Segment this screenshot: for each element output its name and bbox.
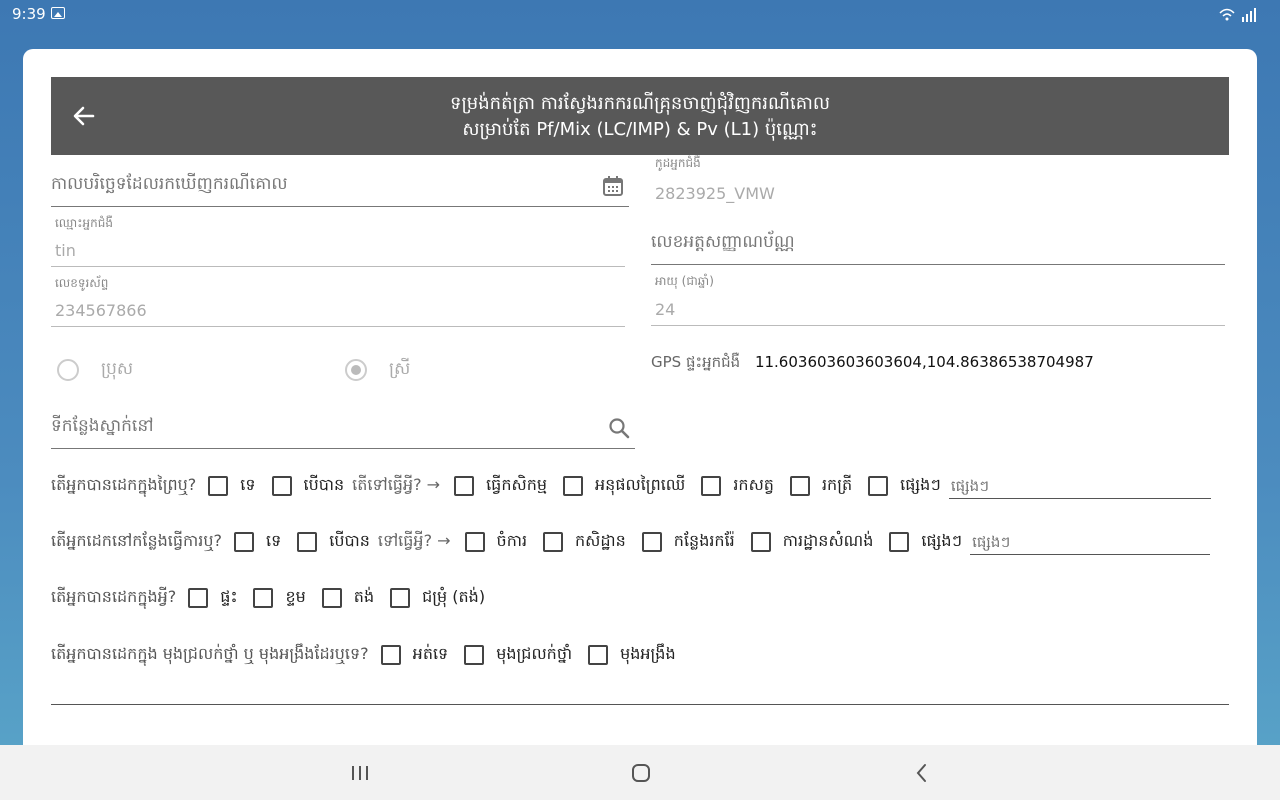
checkbox-farming[interactable] [454, 476, 475, 496]
checkbox-label: មុងអង្រឹង [620, 644, 676, 663]
checkbox-construction[interactable] [750, 532, 771, 552]
other-input[interactable] [948, 473, 1211, 499]
female-radio[interactable] [345, 359, 367, 381]
checkbox-label: មុងជ្រលក់ថ្នាំ [496, 644, 573, 663]
phone-label: លេខទូរស័ព្ទ [55, 276, 109, 290]
residence-field[interactable]: ទីកន្លែងស្នាក់នៅ [51, 403, 635, 449]
other-input[interactable] [970, 529, 1211, 555]
question-sleep-forest: តើអ្នកបានដេកក្នុងព្រៃឬ? ទេ បើបាន តើទៅធ្វ… [51, 471, 1211, 501]
checkbox-label: ទេ [266, 531, 282, 550]
checkbox-fishing[interactable] [789, 476, 810, 496]
checkbox-none[interactable] [380, 645, 401, 665]
patient-name-field: ឈ្មោះអ្នកជំងឺ tin [51, 215, 625, 267]
recent-apps-icon[interactable] [348, 762, 372, 784]
checkbox-plantation[interactable] [464, 532, 485, 552]
form-card: ទម្រង់កត់ត្រា ការស្វែងរកករណីគ្រុនចាញ់ជុំ… [23, 49, 1257, 769]
id-card-field[interactable]: លេខអត្តសញ្ញាណប័ណ្ណ [651, 221, 1225, 265]
signal-wifi-icon [1219, 8, 1256, 22]
checkbox-label: ធ្វើកសិកម្ម [486, 475, 548, 494]
male-radio[interactable] [57, 359, 79, 381]
age-field: អាយុ (ជាឆ្នាំ) 24 [651, 273, 1225, 326]
question-sub-label: ទៅធ្វើអ្វី? → [377, 531, 451, 550]
checkbox-hunting[interactable] [701, 476, 722, 496]
question-label: តើអ្នកដេកនៅកន្លែងធ្វើការឬ? [51, 531, 222, 550]
checkbox-hut[interactable] [253, 588, 274, 608]
question-label: តើអ្នកបានដេកក្នុង មុងជ្រលក់ថ្នាំ ឬ មុងអង… [51, 644, 369, 663]
gender-male-option[interactable]: ប្រុស [57, 357, 133, 383]
checkbox-label: ផ្សេងៗ [900, 475, 941, 494]
checkbox-label: ខ្ទម [285, 587, 306, 606]
checkbox-label: កសិដ្ឋាន [575, 531, 626, 550]
status-bar: 9:39 [0, 0, 1280, 28]
patient-name-value: tin [55, 241, 76, 260]
checkbox-mine[interactable] [641, 532, 662, 552]
female-label: ស្រី [389, 358, 411, 379]
title-line-1: ទម្រង់កត់ត្រា ការស្វែងរកករណីគ្រុនចាញ់ជុំ… [450, 93, 830, 114]
system-nav-bar [0, 745, 1280, 800]
patient-code-value: 2823925_VMW [655, 184, 775, 203]
checkbox-no[interactable] [234, 532, 254, 552]
gender-female-option[interactable]: ស្រី [345, 357, 410, 383]
phone-value: 234567866 [55, 301, 147, 320]
checkbox-farm[interactable] [543, 532, 564, 552]
date-found-field[interactable]: កាលបរិច្ឆេទដែលរកឃើញករណីគោល [51, 161, 629, 207]
checkbox-treated-net[interactable] [464, 645, 485, 665]
checkbox-label: ផ្ទះ [220, 587, 238, 606]
patient-name-label: ឈ្មោះអ្នកជំងឺ [55, 216, 114, 230]
checkbox-label: តង់ [353, 587, 375, 606]
image-notification-icon [51, 7, 65, 19]
residence-placeholder: ទីកន្លែងស្នាក់នៅ [51, 416, 154, 436]
gps-label: GPS ផ្ទះអ្នកជំងឺ [651, 353, 741, 371]
question-sleep-workplace: តើអ្នកដេកនៅកន្លែងធ្វើការឬ? ទេ បើបាន ទៅធ្… [51, 527, 1211, 557]
checkbox-label: កន្លែងរករ៉ែ [673, 531, 735, 550]
gps-value: 11.603603603603604,104.86386538704987 [754, 353, 1094, 371]
calendar-icon[interactable] [601, 174, 625, 198]
checkbox-label: អនុផលព្រៃឈើ [595, 475, 686, 494]
checkbox-label: ការដ្ឋានសំណង់ [782, 531, 874, 550]
back-arrow-icon[interactable] [69, 101, 99, 131]
checkbox-other[interactable] [868, 476, 889, 496]
question-sub-label: តើទៅធ្វើអ្វី? → [352, 475, 441, 494]
checkbox-camp[interactable] [390, 588, 411, 608]
back-nav-icon[interactable] [910, 762, 934, 784]
home-icon[interactable] [629, 762, 653, 784]
status-time: 9:39 [12, 5, 46, 23]
question-label: តើអ្នកបានដេកក្នុងអ្វី? [51, 587, 177, 606]
checkbox-label: ផ្សេងៗ [921, 531, 963, 550]
patient-code-field: កូដអ្នកជំងឺ 2823925_VMW [651, 155, 1225, 209]
checkbox-label: ទេ [240, 475, 256, 494]
checkbox-tent[interactable] [321, 588, 342, 608]
page-title: ទម្រង់កត់ត្រា ការស្វែងរកករណីគ្រុនចាញ់ជុំ… [171, 91, 1109, 143]
age-value: 24 [655, 300, 676, 319]
question-label: តើអ្នកបានដេកក្នុងព្រៃឬ? [51, 475, 197, 494]
search-icon[interactable] [607, 416, 631, 440]
gps-readout: GPS ផ្ទះអ្នកជំងឺ 11.603603603603604,104.… [651, 353, 1094, 375]
id-card-placeholder: លេខអត្តសញ្ញាណប័ណ្ណ [651, 232, 795, 252]
checkbox-house[interactable] [188, 588, 209, 608]
checkbox-hammock-net[interactable] [588, 645, 609, 665]
divider [51, 704, 1229, 705]
checkbox-label: ជម្រុំ (តង់) [422, 587, 486, 606]
checkbox-no[interactable] [208, 476, 229, 496]
checkbox-label: បើបាន [329, 531, 370, 550]
date-found-placeholder: កាលបរិច្ឆេទដែលរកឃើញករណីគោល [51, 174, 288, 194]
form-header: ទម្រង់កត់ត្រា ការស្វែងរកករណីគ្រុនចាញ់ជុំ… [51, 77, 1229, 155]
checkbox-other[interactable] [889, 532, 910, 552]
question-sleep-shelter: តើអ្នកបានដេកក្នុងអ្វី? ផ្ទះ ខ្ទម តង់ ជម្… [51, 583, 501, 613]
checkbox-yes[interactable] [271, 476, 292, 496]
title-line-2: សម្រាប់តែ Pf/Mix (LC/IMP) & Pv (L1) ប៉ុណ… [462, 119, 818, 140]
checkbox-label: រកសត្វ [733, 475, 774, 494]
male-label: ប្រុស [101, 358, 134, 379]
checkbox-label: ចំការ [496, 531, 528, 550]
checkbox-forest-products[interactable] [563, 476, 584, 496]
checkbox-yes[interactable] [297, 532, 318, 552]
checkbox-label: បើបាន [303, 475, 345, 494]
checkbox-label: រកត្រី [821, 475, 853, 494]
patient-code-label: កូដអ្នកជំងឺ [655, 156, 701, 170]
checkbox-label: អត់ទេ [412, 644, 449, 663]
age-label: អាយុ (ជាឆ្នាំ) [655, 274, 714, 288]
question-bednet: តើអ្នកបានដេកក្នុង មុងជ្រលក់ថ្នាំ ឬ មុងអង… [51, 640, 692, 670]
phone-field: លេខទូរស័ព្ទ 234567866 [51, 275, 625, 327]
